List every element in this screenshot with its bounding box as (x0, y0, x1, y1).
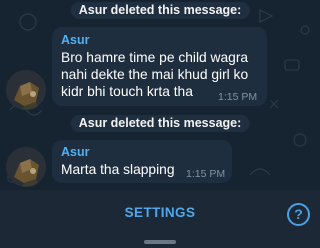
chat-area: Asur deleted this message: Asur Bro hamr… (0, 0, 320, 190)
bottom-bar: SETTINGS ? (0, 190, 320, 248)
deleted-notice-text: Asur deleted this message: (78, 116, 242, 130)
home-indicator (144, 240, 176, 244)
avatar-image (6, 70, 46, 110)
deleted-message-notice: Asur deleted this message: (70, 115, 250, 132)
message-timestamp: 1:15 PM (218, 91, 258, 103)
message-line: nahi dekte the mai khud girl ko (61, 67, 249, 82)
sender-avatar[interactable] (6, 147, 46, 187)
message-line: Marta tha slapping (61, 162, 175, 177)
deleted-notice-text: Asur deleted this message: (78, 3, 242, 17)
help-icon[interactable]: ? (287, 203, 310, 226)
message-timestamp: 1:15 PM (186, 168, 226, 180)
message-line: Bro hamre time pe child wagra (61, 50, 249, 65)
settings-button[interactable]: SETTINGS (0, 205, 320, 220)
avatar-image (6, 147, 46, 187)
message-bubble[interactable]: Asur Marta tha slapping 1:15 PM (52, 140, 232, 183)
message-text: Marta tha slapping (61, 161, 175, 178)
deleted-message-notice: Asur deleted this message: (70, 2, 250, 19)
sender-name[interactable]: Asur (61, 33, 89, 47)
sender-name[interactable]: Asur (61, 145, 89, 159)
sender-avatar[interactable] (6, 70, 46, 110)
message-bubble[interactable]: Asur Bro hamre time pe child wagra nahi … (52, 27, 267, 106)
